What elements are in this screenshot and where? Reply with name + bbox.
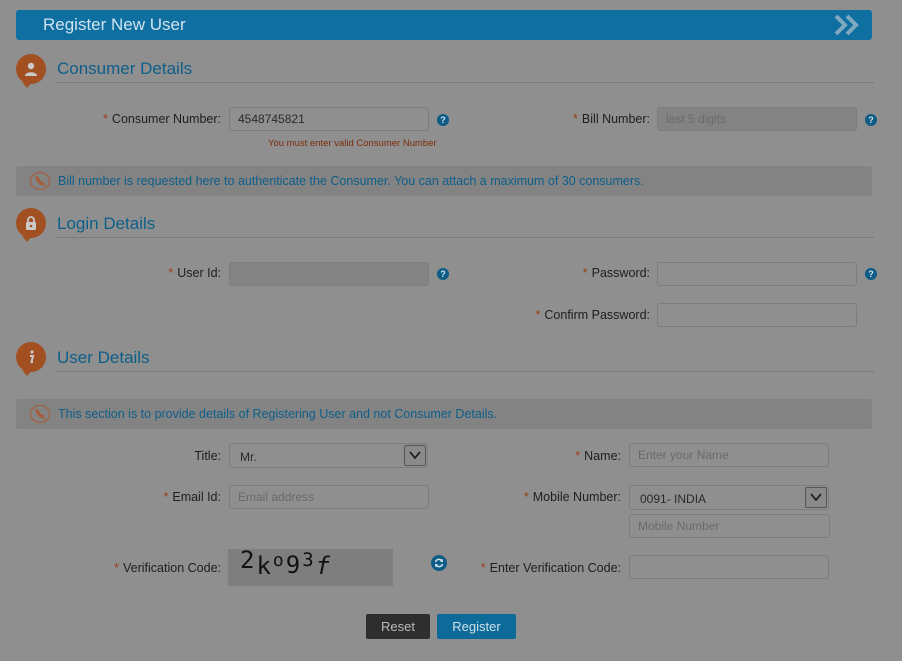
divider bbox=[56, 82, 874, 83]
double-chevron-right-icon bbox=[834, 14, 859, 36]
page-title: Register New User bbox=[43, 15, 186, 34]
confirm-password-label: * Confirm Password: bbox=[535, 308, 650, 322]
consumer-details-title: Consumer Details bbox=[57, 59, 193, 78]
consumer-number-input[interactable] bbox=[229, 107, 429, 131]
email-input[interactable] bbox=[229, 485, 429, 509]
help-icon[interactable]: ? bbox=[865, 268, 877, 280]
lock-icon bbox=[16, 208, 46, 242]
consumer-info-bar: Bill number is requested here to authent… bbox=[16, 166, 872, 196]
mobile-number-label: * Mobile Number: bbox=[523, 490, 621, 504]
captcha-char: 2 bbox=[240, 546, 257, 574]
captcha-char: o bbox=[272, 550, 286, 571]
info-icon bbox=[16, 342, 46, 376]
chevron-down-icon[interactable] bbox=[404, 445, 426, 466]
confirm-password-input[interactable] bbox=[657, 303, 857, 327]
title-select-value: Mr. bbox=[240, 450, 257, 464]
captcha-char: 3 bbox=[302, 549, 316, 571]
user-icon bbox=[16, 54, 46, 88]
captcha-image: 2ko93f bbox=[228, 546, 393, 586]
password-input[interactable] bbox=[657, 262, 857, 286]
verification-code-input[interactable] bbox=[629, 555, 829, 579]
divider bbox=[56, 237, 874, 238]
title-select[interactable]: Mr. bbox=[229, 443, 428, 468]
captcha-char: k bbox=[256, 552, 273, 580]
country-code-select[interactable]: 0091- INDIA bbox=[629, 485, 829, 510]
mobile-number-input[interactable] bbox=[629, 514, 830, 538]
bill-number-label: * Bill Number: bbox=[573, 112, 650, 126]
user-id-label: * User Id: bbox=[168, 266, 221, 280]
consumer-number-error: You must enter valid Consumer Number bbox=[268, 138, 437, 149]
divider bbox=[56, 371, 874, 372]
user-info-text: This section is to provide details of Re… bbox=[58, 407, 498, 421]
page-header: Register New User bbox=[16, 10, 872, 40]
help-icon[interactable]: ? bbox=[865, 114, 877, 126]
password-label: * Password: bbox=[582, 266, 650, 280]
captcha-char: 9 bbox=[285, 551, 303, 579]
name-label: * Name: bbox=[575, 449, 621, 463]
email-label: * Email Id: bbox=[163, 490, 221, 504]
no-phone-icon bbox=[30, 172, 50, 190]
login-details-title: Login Details bbox=[57, 214, 156, 233]
refresh-icon[interactable] bbox=[431, 555, 447, 571]
user-id-input[interactable] bbox=[229, 262, 429, 286]
verification-code-label: * Verification Code: bbox=[114, 561, 221, 575]
user-info-bar: This section is to provide details of Re… bbox=[16, 399, 872, 429]
enter-verification-code-label: * Enter Verification Code: bbox=[480, 561, 621, 575]
help-icon[interactable]: ? bbox=[437, 114, 449, 126]
help-icon[interactable]: ? bbox=[437, 268, 449, 280]
consumer-number-label: * Consumer Number: bbox=[103, 112, 221, 126]
name-input[interactable] bbox=[629, 443, 829, 467]
title-label: Title: bbox=[194, 449, 221, 463]
user-details-title: User Details bbox=[57, 348, 150, 367]
register-button[interactable]: Register bbox=[437, 614, 516, 639]
country-code-value: 0091- INDIA bbox=[640, 492, 707, 506]
captcha-char: f bbox=[315, 552, 333, 580]
reset-button[interactable]: Reset bbox=[366, 614, 430, 639]
consumer-info-text: Bill number is requested here to authent… bbox=[58, 174, 644, 188]
no-phone-icon bbox=[30, 405, 50, 423]
chevron-down-icon[interactable] bbox=[805, 487, 827, 508]
bill-number-input[interactable] bbox=[657, 107, 857, 131]
